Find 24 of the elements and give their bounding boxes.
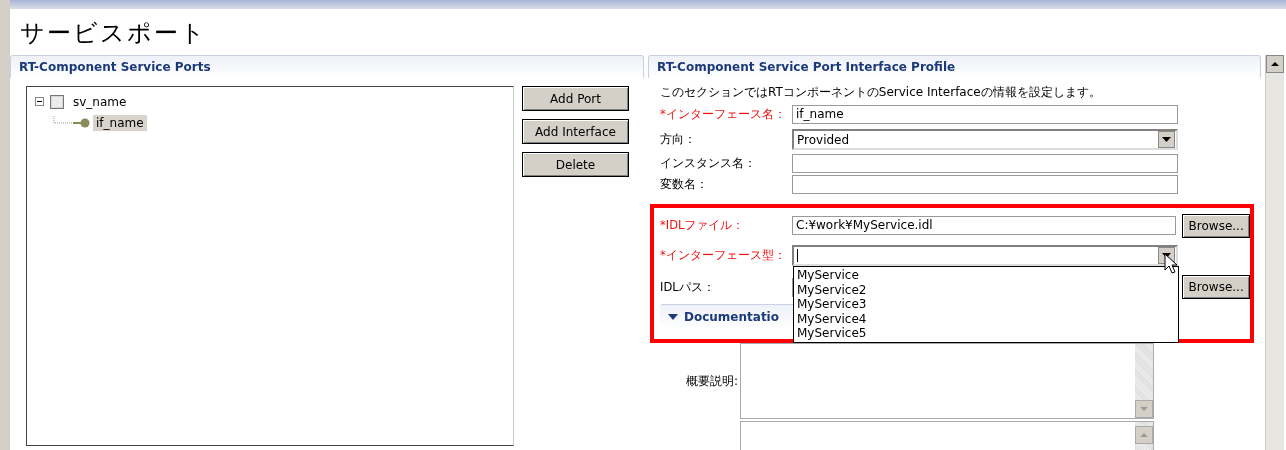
field-label: 方向： bbox=[660, 132, 697, 147]
section-description: このセクションではRTコンポーネントのService Interfaceの情報を設定します。 bbox=[660, 84, 1102, 101]
browse-button[interactable]: Browse... bbox=[1182, 275, 1250, 299]
dropdown-option[interactable]: MyService2 bbox=[797, 282, 1175, 297]
dropdown-field[interactable]: Provided bbox=[792, 129, 1178, 150]
action-button[interactable]: Delete bbox=[522, 152, 629, 177]
dropdown-option[interactable]: MyService5 bbox=[797, 326, 1175, 341]
field-label: *インターフェース名： bbox=[660, 107, 787, 122]
field-label: IDLパス： bbox=[660, 279, 716, 295]
tree-item[interactable]: if_name bbox=[93, 114, 147, 131]
section-header: RT-Component Service Port Interface Profile bbox=[648, 55, 1261, 78]
field-label: インスタンス名： bbox=[660, 155, 757, 171]
browse-button[interactable]: Browse... bbox=[1182, 213, 1250, 238]
field-label: *インターフェース型： bbox=[660, 248, 787, 263]
tree-item[interactable]: sv_name bbox=[70, 93, 130, 110]
field-label: 概要説明: bbox=[684, 372, 739, 390]
action-button[interactable]: Add Interface bbox=[522, 119, 629, 144]
page-title: サービスポート bbox=[19, 18, 208, 49]
text-field[interactable]: C:¥work¥MyService.idl bbox=[792, 216, 1177, 235]
field-label: *IDLファイル： bbox=[660, 218, 746, 233]
section-header: RT-Component Service Ports bbox=[10, 55, 644, 78]
field-label: 変数名： bbox=[660, 176, 709, 192]
text-field[interactable]: if_name bbox=[792, 105, 1178, 124]
action-button[interactable]: Add Port bbox=[522, 86, 629, 111]
